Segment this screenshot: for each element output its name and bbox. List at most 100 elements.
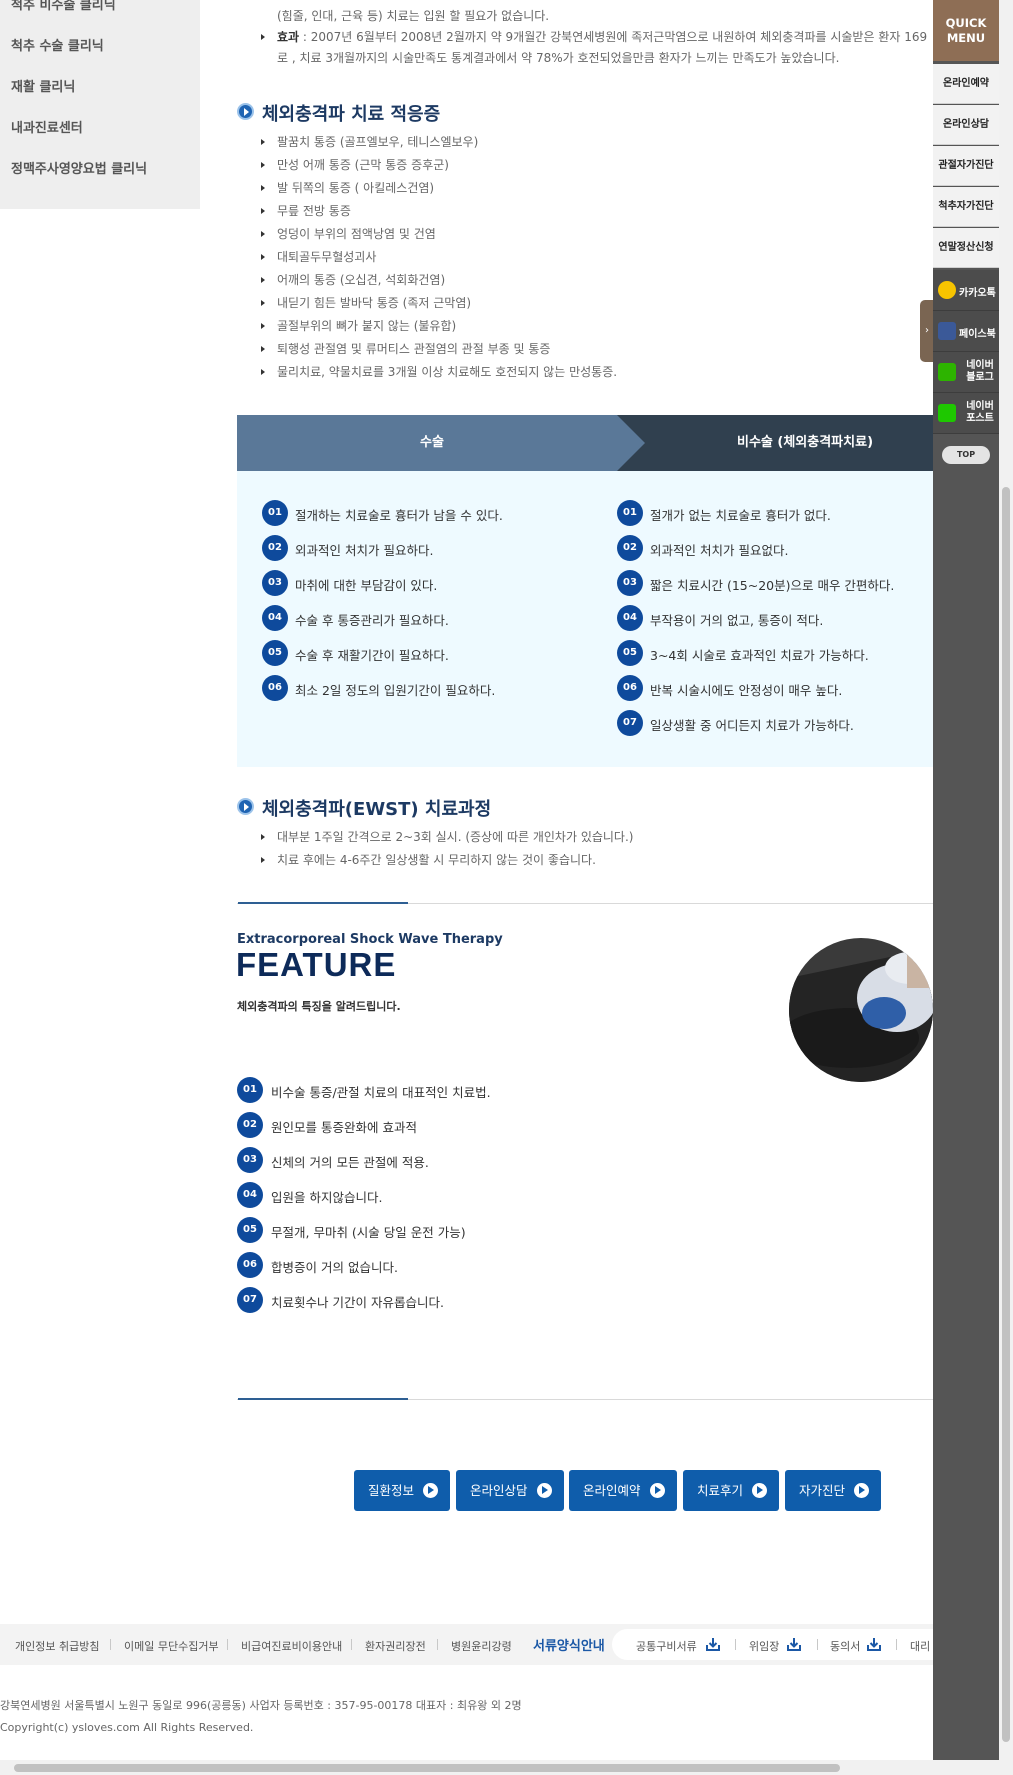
feature-subtitle: Extracorporeal Shock Wave Therapy (237, 932, 503, 947)
bullet-icon (261, 34, 265, 40)
bullet-icon (261, 323, 265, 329)
sns-label-line1: 네이버 (966, 360, 994, 371)
left-sidebar: 척추 비수술 클리닉 척추 수술 클리닉 재활 클리닉 내과진료센터 정맥주사영… (0, 0, 200, 209)
naver-post-icon (938, 404, 956, 422)
quick-item-online-consult[interactable]: 온라인상담 (933, 105, 999, 145)
button-label: 자가진단 (799, 1483, 846, 1498)
number-badge: 02 (237, 1112, 263, 1138)
button-label: 온라인예약 (583, 1483, 641, 1498)
divider (227, 1639, 228, 1650)
naver-blog-icon (938, 363, 956, 381)
footer-link-email-refusal[interactable]: 이메일 무단수집거부 (124, 1638, 219, 1654)
quick-sns-facebook[interactable]: 페이스북 (933, 311, 999, 352)
sidebar-item-spine-nonsurgical[interactable]: 척추 비수술 클리닉 (11, 0, 116, 13)
number-badge: 04 (262, 605, 288, 631)
download-icon[interactable] (706, 1638, 720, 1651)
arrow-circle-icon (854, 1483, 869, 1498)
sns-label-line2: 블로그 (966, 372, 994, 383)
bullet-icon (261, 208, 265, 214)
disease-info-button[interactable]: 질환정보 (354, 1470, 450, 1511)
number-badge: 01 (262, 500, 288, 526)
surgery-item: 마취에 대한 부담감이 있다. (295, 578, 438, 593)
sidebar-item-spine-surgical[interactable]: 척추 수술 클리닉 (11, 35, 104, 54)
form-link-consent[interactable]: 동의서 (830, 1638, 860, 1654)
quick-item-tax-settlement[interactable]: 연말정산신청 (933, 228, 999, 268)
number-badge: 07 (617, 710, 643, 736)
feature-item: 신체의 거의 모든 관절에 적용. (271, 1155, 429, 1170)
number-badge: 06 (617, 675, 643, 701)
number-badge: 02 (617, 535, 643, 561)
quick-sns-naver-post[interactable]: 네이버 포스트 (933, 393, 999, 434)
quick-menu-toggle[interactable]: › (920, 300, 934, 362)
effect-line-2: 로 , 치료 3개월까지의 시술만족도 통계결과에서 약 78%가 호전되었을만… (277, 51, 840, 65)
self-diagnosis-button[interactable]: 자가진단 (785, 1470, 881, 1511)
list-item: 물리치료, 약물치료를 3개월 이상 치료해도 호전되지 않는 만성통증. (277, 365, 618, 379)
quick-menu: QUICK MENU 온라인예약 온라인상담 관절자가진단 척추자가진단 연말정… (933, 0, 999, 1775)
footer-link-ethics[interactable]: 병원윤리강령 (451, 1638, 512, 1654)
intro-line: (힘줄, 인대, 근육 등) 치료는 입원 할 필요가 없습니다. (277, 9, 550, 23)
number-badge: 07 (237, 1287, 263, 1313)
sns-label: 페이스북 (959, 329, 996, 340)
chevron-divider (617, 415, 645, 471)
quick-item-joint-self-check[interactable]: 관절자가진단 (933, 146, 999, 186)
surgery-item: 수술 후 재활기간이 필요하다. (295, 648, 449, 663)
footer-link-privacy[interactable]: 개인정보 취급방침 (15, 1638, 99, 1654)
divider (437, 1639, 438, 1650)
process-title: 체외충격파(EWST) 치료과정 (262, 799, 492, 820)
section-arrow-icon (237, 798, 254, 815)
vertical-scrollbar[interactable] (999, 0, 1013, 1760)
horizontal-scrollbar-thumb[interactable] (14, 1764, 840, 1772)
quick-menu-title-2: MENU (946, 31, 986, 45)
list-item: 엉덩이 부위의 점액낭염 및 건염 (277, 227, 436, 241)
bullet-icon (261, 277, 265, 283)
arrow-circle-icon (650, 1483, 665, 1498)
quick-sns-naver-blog[interactable]: 네이버 블로그 (933, 352, 999, 393)
footer-address: 강북연세병원 서울특별시 노원구 동일로 996(공릉동) 사업자 등록번호 :… (0, 1699, 522, 1712)
reviews-button[interactable]: 치료후기 (683, 1470, 779, 1511)
form-link-power-of-attorney[interactable]: 위임장 (749, 1638, 779, 1654)
number-badge: 01 (237, 1077, 263, 1103)
nonsurgery-item: 절개가 없는 치료술로 흉터가 없다. (650, 508, 831, 523)
feature-description: 체외충격파의 특징을 알려드립니다. (237, 1000, 401, 1013)
number-badge: 03 (237, 1147, 263, 1173)
main-content: (힘줄, 인대, 근육 등) 치료는 입원 할 필요가 없습니다. 효과 : 2… (237, 0, 933, 1620)
effect-line: 효과 : 2007년 6월부터 2008년 2월까지 약 9개월간 강북연세병원… (277, 28, 927, 45)
feature-item: 비수술 통증/관절 치료의 대표적인 치료법. (271, 1085, 491, 1100)
footer-link-patient-rights[interactable]: 환자권리장전 (365, 1638, 426, 1654)
section-arrow-icon (237, 103, 254, 120)
list-item: 치료 후에는 4-6주간 일상생활 시 무리하지 않는 것이 좋습니다. (277, 853, 596, 867)
bullet-icon (261, 185, 265, 191)
sidebar-item-iv-nutrition[interactable]: 정맥주사영양요법 클리닉 (11, 158, 147, 177)
divider (351, 1639, 352, 1650)
quick-sns-kakaotalk[interactable]: 카카오톡 (933, 270, 999, 311)
download-icon[interactable] (867, 1638, 881, 1651)
feature-item: 무절개, 무마취 (시술 당일 운전 가능) (271, 1225, 466, 1240)
quick-item-online-booking[interactable]: 온라인예약 (933, 64, 999, 104)
nonsurgery-item: 짧은 치료시간 (15~20분)으로 매우 간편하다. (650, 578, 895, 593)
quick-menu-title-1: QUICK (945, 16, 987, 30)
list-item: 발 뒤쪽의 통증 ( 아킬레스건염) (277, 181, 435, 195)
quick-item-spine-self-check[interactable]: 척추자가진단 (933, 187, 999, 227)
number-badge: 05 (237, 1217, 263, 1243)
sidebar-item-internal-medicine[interactable]: 내과진료센터 (11, 117, 83, 136)
sidebar-item-rehab[interactable]: 재활 클리닉 (11, 76, 75, 95)
online-consult-button[interactable]: 온라인상담 (456, 1470, 564, 1511)
vertical-scrollbar-thumb[interactable] (1002, 487, 1010, 1742)
form-link-common-docs[interactable]: 공통구비서류 (636, 1638, 697, 1654)
divider (735, 1639, 736, 1650)
scroll-top-button[interactable]: TOP (942, 446, 990, 464)
form-link-proxy[interactable]: 대리 (910, 1638, 930, 1654)
feature-item: 치료횟수나 기간이 자유롭습니다. (271, 1295, 444, 1310)
number-badge: 05 (262, 640, 288, 666)
nonsurgery-column-title: 비수술 (체외충격파치료) (617, 415, 933, 471)
horizontal-scrollbar[interactable] (0, 1760, 1013, 1775)
surgery-column-title: 수술 (237, 415, 627, 471)
bullet-icon (261, 139, 265, 145)
footer-link-fees[interactable]: 비급여진료비이용안내 (241, 1638, 342, 1654)
bullet-icon (261, 834, 265, 840)
bullet-icon (261, 857, 265, 863)
online-booking-button[interactable]: 온라인예약 (569, 1470, 677, 1511)
sns-label: 카카오톡 (959, 288, 996, 299)
download-icon[interactable] (787, 1638, 801, 1651)
quick-menu-header[interactable]: QUICK MENU (933, 0, 999, 61)
